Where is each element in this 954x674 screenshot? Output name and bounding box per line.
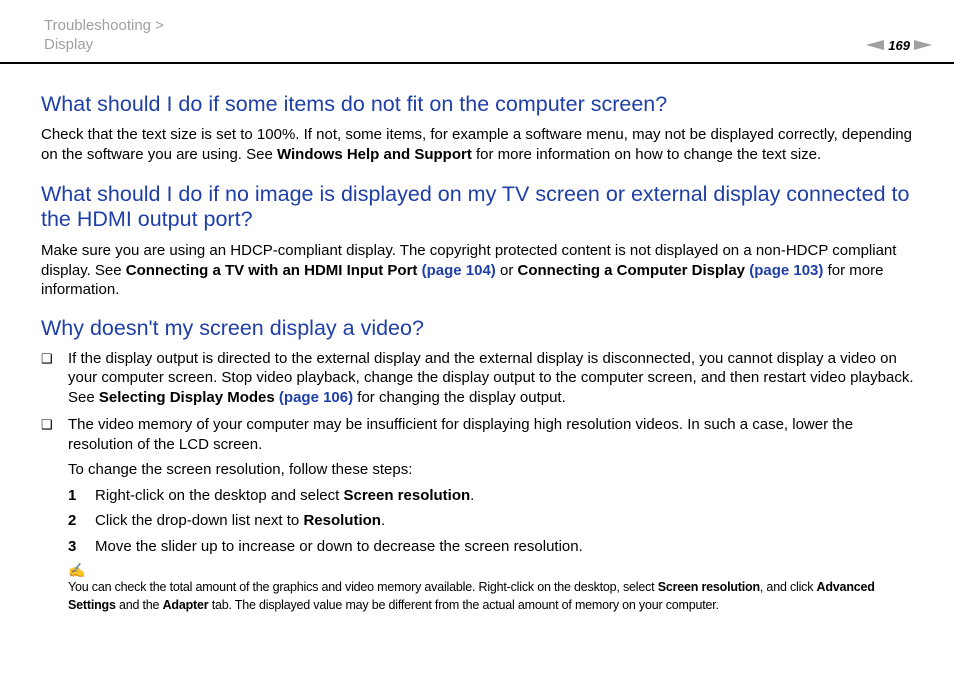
bold-reference: Connecting a TV with an HDMI Input Port — [125, 261, 418, 279]
breadcrumb-current: Display — [44, 36, 94, 53]
bold-reference: Screen resolution — [343, 486, 471, 504]
step-number: 1 — [68, 486, 77, 504]
checkbox-bullet-icon: ❑ — [41, 417, 53, 432]
list-item: ❑ If the display output is directed to t… — [41, 349, 915, 408]
note-pen-icon: ✍ — [68, 562, 86, 578]
page-link-106[interactable]: (page 106) — [279, 389, 353, 406]
text-run: tab. The displayed value may be differen… — [208, 598, 719, 612]
breadcrumb-parent[interactable]: Troubleshooting > — [44, 16, 164, 35]
text-run: for more information on how to change th… — [471, 145, 822, 163]
text-run: , and click — [759, 580, 817, 594]
step-item: 2 Click the drop-down list next to Resol… — [68, 511, 915, 531]
bold-reference: Connecting a Computer Display — [517, 261, 746, 279]
section1-paragraph: Check that the text size is set to 100%.… — [41, 125, 915, 164]
step-text: Right-click on the desktop and select Sc… — [95, 486, 474, 506]
list-item: ❑ The video memory of your computer may … — [41, 415, 915, 454]
text-run: You can check the total amount of the gr… — [68, 580, 658, 594]
text-run: or — [495, 261, 518, 279]
step-item: 3 Move the slider up to increase or down… — [68, 537, 915, 557]
header-divider — [0, 62, 954, 64]
bold-reference: Screen resolution — [657, 580, 760, 594]
text-run: Move the slider up to increase or down t… — [95, 537, 583, 555]
page-navigation: 169 — [866, 37, 932, 53]
bullet1-text: If the display output is directed to the… — [68, 349, 915, 408]
page-link-103[interactable]: (page 103) — [749, 262, 823, 279]
steps-intro: To change the screen resolution, follow … — [68, 461, 413, 478]
note-text: You can check the total amount of the gr… — [68, 578, 915, 614]
section2-paragraph: Make sure you are using an HDCP-complian… — [41, 241, 915, 300]
bold-reference: Adapter — [162, 598, 209, 612]
page-number: 169 — [888, 37, 910, 53]
text-run: and the — [115, 598, 163, 612]
section3-heading: Why doesn't my screen display a video? — [41, 315, 424, 340]
section2-heading: What should I do if no image is displaye… — [41, 182, 910, 231]
checkbox-bullet-icon: ❑ — [41, 350, 53, 366]
bullet2-text: The video memory of your computer may be… — [68, 416, 854, 453]
text-run: . — [470, 486, 475, 504]
bold-reference: Resolution — [303, 512, 381, 529]
document-body: What should I do if some items do not fi… — [41, 92, 915, 614]
step-text: Click the drop-down list next to Resolut… — [95, 511, 385, 531]
bold-reference: Windows Help and Support — [276, 145, 472, 163]
text-run: Right-click on the desktop and select — [95, 486, 344, 504]
previous-page-arrow-icon[interactable] — [866, 40, 885, 50]
text-run: Click the drop-down list next to — [95, 512, 304, 529]
step-item: 1 Right-click on the desktop and select … — [68, 486, 915, 506]
text-run: . — [380, 512, 386, 529]
breadcrumb: Troubleshooting > Display — [44, 16, 164, 54]
section1-heading: What should I do if some items do not fi… — [41, 92, 668, 116]
step-number: 2 — [68, 512, 77, 529]
text-run: for changing the display output. — [353, 388, 566, 406]
step-text: Move the slider up to increase or down t… — [95, 537, 583, 557]
step-number: 3 — [68, 537, 77, 555]
bold-reference: Selecting Display Modes — [98, 388, 275, 406]
note-block: ✍ You can check the total amount of the … — [68, 562, 915, 614]
next-page-arrow-icon[interactable] — [914, 40, 932, 50]
page-link-104[interactable]: (page 104) — [422, 262, 496, 279]
